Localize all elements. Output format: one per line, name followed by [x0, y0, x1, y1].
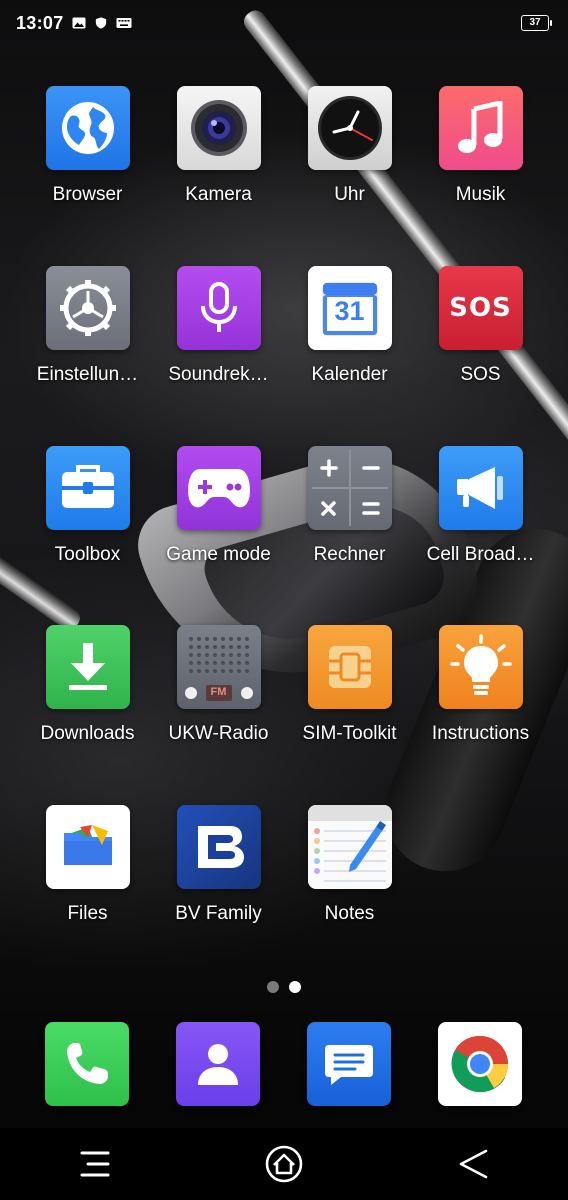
- calendar-day: 31: [334, 296, 365, 326]
- phone-icon[interactable]: [45, 1022, 129, 1106]
- home-icon: [265, 1145, 303, 1183]
- lightbulb-icon: [438, 625, 523, 709]
- app-label: UKW-Radio: [168, 723, 269, 744]
- app-soundrecorder[interactable]: Soundrek…: [153, 266, 284, 416]
- app-label: Instructions: [431, 723, 530, 744]
- globe-icon: [45, 86, 130, 170]
- chrome-icon[interactable]: [438, 1022, 522, 1106]
- dock: [0, 1022, 568, 1108]
- app-clock[interactable]: Uhr: [284, 86, 415, 236]
- page-dot-2[interactable]: [289, 981, 301, 993]
- clock-icon: [307, 86, 392, 170]
- app-bv-family[interactable]: BV Family: [153, 805, 284, 955]
- radio-icon: FM: [176, 625, 261, 709]
- battery-level: 37: [521, 15, 549, 31]
- app-label: Soundrek…: [168, 364, 269, 385]
- navigation-bar: [0, 1128, 568, 1200]
- app-files[interactable]: Files: [22, 805, 153, 955]
- app-label: Rechner: [313, 544, 386, 565]
- app-label: Browser: [52, 184, 123, 205]
- app-ukw-radio[interactable]: FM UKW-Radio: [153, 625, 284, 775]
- microphone-icon: [176, 266, 261, 350]
- shield-icon: [95, 17, 106, 29]
- app-music[interactable]: Musik: [415, 86, 546, 236]
- gear-icon: [45, 266, 130, 350]
- app-label: SOS: [460, 364, 501, 385]
- keyboard-icon: [116, 18, 132, 28]
- files-icon: [45, 805, 130, 889]
- app-toolbox[interactable]: Toolbox: [22, 446, 153, 596]
- app-settings[interactable]: Einstellun…: [22, 266, 153, 416]
- menu-icon: [80, 1151, 110, 1177]
- app-label: Downloads: [40, 723, 135, 744]
- gamepad-icon: [176, 446, 261, 530]
- app-browser[interactable]: Browser: [22, 86, 153, 236]
- app-game-mode[interactable]: Game mode: [153, 446, 284, 596]
- menu-button[interactable]: [65, 1134, 125, 1194]
- app-label: BV Family: [175, 903, 262, 924]
- music-note-icon: [438, 86, 523, 170]
- app-calendar[interactable]: 31 Kalender: [284, 266, 415, 416]
- page-indicator: [0, 981, 568, 993]
- app-label: Uhr: [334, 184, 365, 205]
- app-label: Musik: [455, 184, 506, 205]
- battery-tip: [550, 20, 552, 26]
- status-bar: 13:07 37: [0, 0, 568, 46]
- camera-icon: [176, 86, 261, 170]
- notes-icon: [307, 805, 392, 889]
- app-label: Notes: [324, 903, 375, 924]
- messages-icon[interactable]: [307, 1022, 391, 1106]
- app-label: Einstellun…: [36, 364, 139, 385]
- sos-text: SOS: [449, 293, 512, 323]
- app-instructions[interactable]: Instructions: [415, 625, 546, 775]
- app-label: Toolbox: [54, 544, 121, 565]
- app-label: SIM-Toolkit: [302, 723, 397, 744]
- app-label: Kalender: [311, 364, 388, 385]
- app-notes[interactable]: Notes: [284, 805, 415, 955]
- radio-fm-label: FM: [210, 686, 227, 698]
- app-sos[interactable]: SOS SOS: [415, 266, 546, 416]
- home-button[interactable]: [254, 1134, 314, 1194]
- status-left: 13:07: [16, 13, 132, 34]
- megaphone-icon: [438, 446, 523, 530]
- download-icon: [45, 625, 130, 709]
- battery-indicator: 37: [521, 15, 552, 31]
- app-downloads[interactable]: Downloads: [22, 625, 153, 775]
- status-time: 13:07: [16, 12, 64, 33]
- back-button[interactable]: [443, 1134, 503, 1194]
- app-label: Game mode: [166, 544, 271, 565]
- bv-family-icon: [176, 805, 261, 889]
- app-camera[interactable]: Kamera: [153, 86, 284, 236]
- app-grid: Browser Kamera Uhr Musik Einstellun… Sou…: [0, 0, 568, 960]
- calendar-icon: 31: [307, 266, 392, 350]
- sos-icon: SOS: [438, 266, 523, 350]
- app-label: Cell Broad…: [426, 544, 535, 565]
- image-icon: [72, 17, 86, 29]
- app-label: Kamera: [185, 184, 252, 205]
- calculator-icon: [307, 446, 392, 530]
- app-label: Files: [67, 903, 108, 924]
- app-cell-broadcast[interactable]: Cell Broad…: [415, 446, 546, 596]
- app-sim-toolkit[interactable]: SIM-Toolkit: [284, 625, 415, 775]
- page-dot-1[interactable]: [267, 981, 279, 993]
- sim-card-icon: [307, 625, 392, 709]
- app-calculator[interactable]: Rechner: [284, 446, 415, 596]
- contacts-icon[interactable]: [176, 1022, 260, 1106]
- toolbox-icon: [45, 446, 130, 530]
- back-icon: [460, 1149, 488, 1179]
